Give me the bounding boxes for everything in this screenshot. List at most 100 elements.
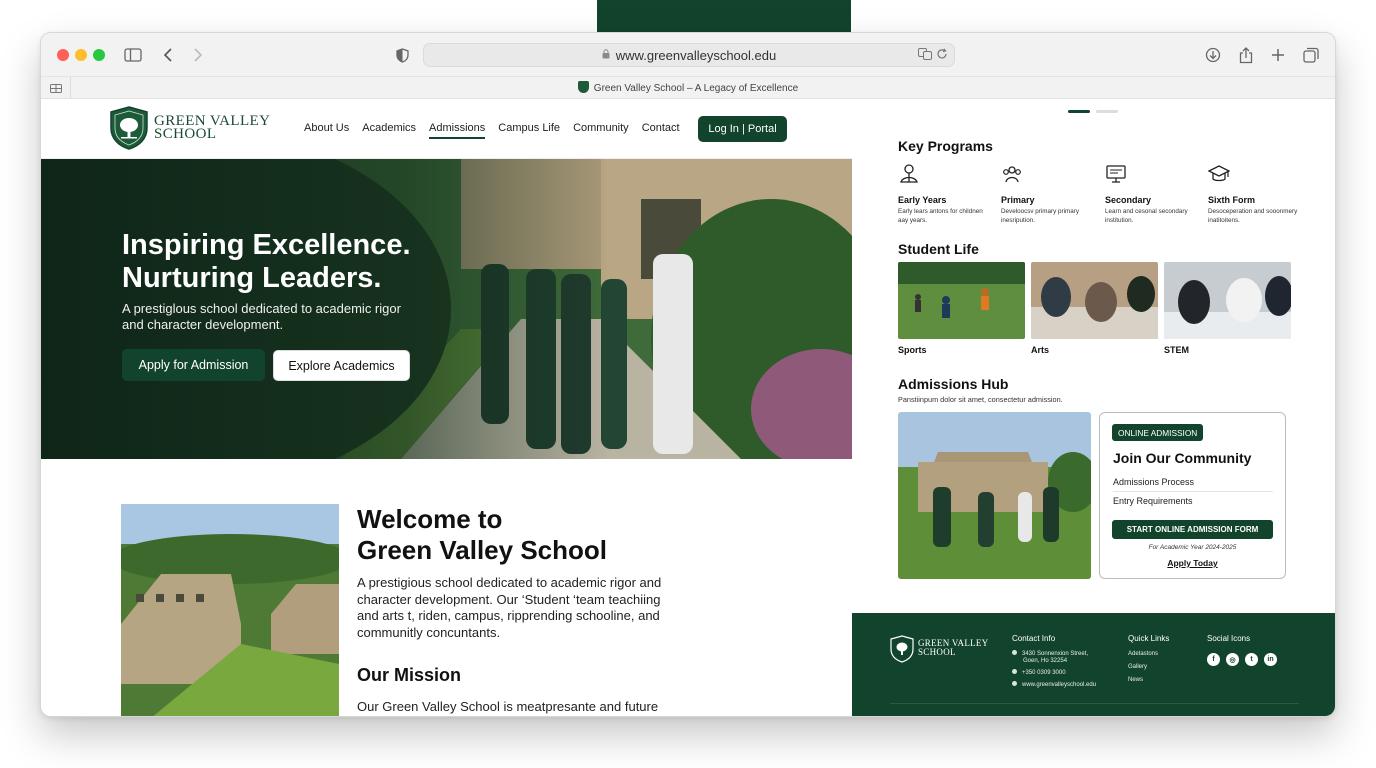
program-sixth-form[interactable]: Sixth Form Desoceperation and sooonmery … [1207, 163, 1303, 225]
carousel-dot-active[interactable] [1068, 110, 1090, 113]
phone-icon [1012, 669, 1017, 674]
browser-window: www.greenvalleyschool.edu Green Valley S… [40, 32, 1336, 717]
academic-year-note: For Academic Year 2024-2025 [1148, 544, 1237, 551]
start-admission-form-button[interactable]: START ONLINE ADMISSION FORM [1112, 520, 1273, 539]
twitter-icon[interactable]: t [1245, 653, 1258, 666]
online-admission-badge: ONLINE ADMISSION [1112, 424, 1204, 441]
admissions-photo [898, 412, 1091, 579]
nav-admissions[interactable]: Admissions [429, 122, 486, 139]
sports-photo [898, 262, 1025, 339]
hero-title: Inspiring Excellence. Nurturing Leaders. [122, 229, 411, 294]
site-header: GREEN VALLEY SCHOOL About Us Academics A… [41, 99, 852, 159]
carousel-dot[interactable] [1096, 110, 1118, 113]
tab-overview-icon[interactable] [1301, 45, 1321, 65]
arts-photo [1031, 262, 1158, 339]
admission-card-title: Join Our Community [1113, 450, 1252, 466]
program-secondary[interactable]: Secondary Learn and cesonal secondary in… [1105, 163, 1200, 225]
footer-crest-logo[interactable] [890, 635, 914, 663]
close-window-button[interactable] [57, 49, 69, 61]
footer-link-admissions[interactable]: Adetastons [1128, 651, 1158, 657]
student-life-card-sports[interactable]: Sports [898, 262, 1025, 355]
minimize-window-button[interactable] [75, 49, 87, 61]
student-life-label: Sports [898, 345, 927, 355]
nav-contact[interactable]: Contact [642, 122, 680, 134]
footer-logo-text[interactable]: GREEN VALLEY SCHOOL [918, 639, 989, 657]
back-icon[interactable] [158, 45, 178, 65]
carousel-indicator [1068, 110, 1118, 113]
footer-divider [890, 703, 1299, 704]
page-right-pane: Key Programs Early Years Early lears ant… [852, 99, 1335, 716]
reload-icon[interactable] [936, 48, 948, 63]
program-desc: Learn and cesonal secondary institution. [1105, 208, 1188, 224]
explore-academics-button[interactable]: Explore Academics [273, 350, 410, 381]
mission-body: Our Green Valley School is meatpresante … [357, 699, 659, 714]
mail-icon [1012, 681, 1017, 686]
student-life-label: STEM [1164, 345, 1190, 355]
key-programs-title: Key Programs [898, 138, 993, 154]
privacy-shield-icon[interactable] [392, 45, 412, 65]
footer-logo-line-2: SCHOOL [918, 647, 956, 657]
zoom-window-button[interactable] [93, 49, 105, 61]
nav-academics[interactable]: Academics [362, 122, 416, 134]
footer-address-line: 3430 Sonnenxion Street, [1012, 650, 1088, 657]
group-icon [1003, 166, 1021, 183]
student-life-title: Student Life [898, 241, 979, 257]
student-life-card-stem[interactable]: STEM [1164, 262, 1291, 355]
footer-quick-links-title: Quick Links [1128, 634, 1170, 643]
monitor-icon [1106, 165, 1126, 183]
main-nav: About Us Academics Admissions Campus Lif… [304, 122, 680, 139]
welcome-title: Welcome to Green Valley School [357, 504, 607, 565]
admissions-hub-subtitle: Panstiinpum dolor sit amet, consectetur … [898, 395, 1063, 404]
program-early-years[interactable]: Early Years Early lears antons for child… [898, 163, 993, 225]
facebook-icon[interactable]: f [1207, 653, 1220, 666]
footer-website: www.greenvalleyschool.edu [1022, 682, 1097, 688]
program-name: Early Years [898, 195, 947, 205]
footer-link-gallery[interactable]: Gallery [1128, 664, 1147, 670]
logo-line-2: SCHOOL [154, 126, 217, 142]
backdrop-green-block [597, 0, 851, 32]
sidebar-toggle-icon[interactable] [123, 45, 143, 65]
apply-for-admission-button[interactable]: Apply for Admission [122, 349, 265, 381]
program-desc: Develoocsv primary primary inesripution. [1001, 208, 1080, 224]
forward-icon[interactable] [188, 45, 208, 65]
school-crest-logo[interactable] [109, 106, 149, 150]
site-logo-text[interactable]: GREEN VALLEY SCHOOL [154, 114, 270, 142]
program-desc: Early lears antons for childnen aay year… [898, 208, 983, 224]
footer-social-title: Social Icons [1207, 634, 1251, 643]
new-tab-icon[interactable] [1268, 45, 1288, 65]
apply-today-link[interactable]: Apply Today [1100, 558, 1285, 568]
location-pin-icon [1012, 650, 1017, 655]
hero-section: Inspiring Excellence. Nurturing Leaders.… [41, 159, 852, 459]
program-name: Secondary [1105, 195, 1152, 205]
footer-address-2: Goen, Ho 32254 [1023, 658, 1068, 664]
nav-campus-life[interactable]: Campus Life [498, 122, 560, 134]
linkedin-icon[interactable]: in [1264, 653, 1277, 666]
mission-title: Our Mission [357, 665, 462, 685]
page-left-pane: GREEN VALLEY SCHOOL About Us Academics A… [41, 99, 852, 716]
instagram-icon[interactable]: ◎ [1226, 653, 1239, 666]
share-icon[interactable] [1236, 45, 1256, 65]
seedling-icon [900, 164, 918, 183]
nav-community[interactable]: Community [573, 122, 629, 134]
entry-requirements-link[interactable]: Entry Requirements [1113, 496, 1273, 510]
address-bar[interactable]: www.greenvalleyschool.edu [423, 43, 955, 67]
footer-link-news[interactable]: News [1128, 677, 1143, 683]
admission-card: ONLINE ADMISSION Join Our Community Admi… [1099, 412, 1286, 579]
tab-active[interactable]: Green Valley School – A Legacy of Excell… [41, 81, 1335, 94]
tab-title-text: Green Valley School – A Legacy of Excell… [593, 83, 799, 94]
login-portal-button[interactable]: Log In | Portal [698, 116, 787, 142]
campus-aerial-photo [121, 504, 339, 716]
nav-about-us[interactable]: About Us [304, 122, 349, 134]
welcome-body: A prestigious school dedicated to academ… [357, 575, 662, 640]
download-icon[interactable] [1203, 45, 1223, 65]
stem-photo [1164, 262, 1291, 339]
student-life-card-arts[interactable]: Arts [1031, 262, 1158, 355]
tab-bar: Green Valley School – A Legacy of Excell… [41, 77, 1335, 99]
program-name: Sixth Form [1208, 195, 1256, 205]
translate-icon[interactable] [918, 48, 932, 63]
hero-subtitle: A prestiglous school dedicated to academ… [122, 301, 401, 332]
footer-address-1: 3430 Sonnenxion Street, [1022, 651, 1089, 657]
url-text: www.greenvalleyschool.edu [615, 47, 777, 63]
program-primary[interactable]: Primary Develoocsv primary primary inesr… [1001, 163, 1096, 225]
admissions-process-link[interactable]: Admissions Process [1113, 477, 1273, 492]
